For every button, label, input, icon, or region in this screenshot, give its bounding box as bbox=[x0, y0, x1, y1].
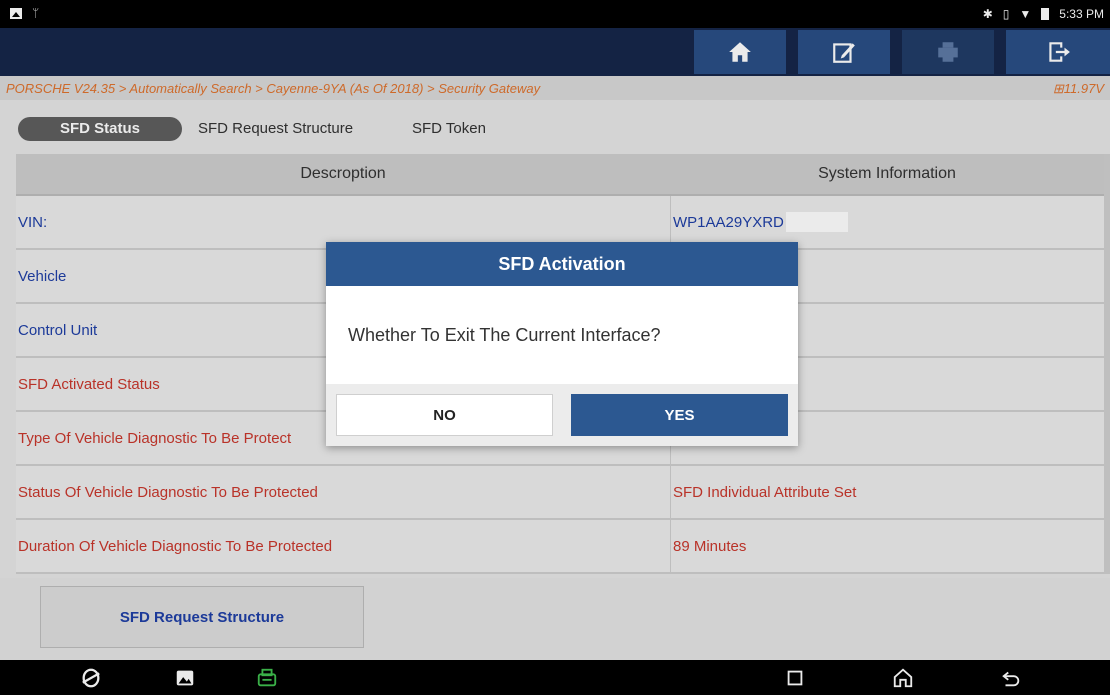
dialog-actions: NO YES bbox=[326, 384, 798, 446]
no-button[interactable]: NO bbox=[336, 394, 553, 436]
dialog-message: Whether To Exit The Current Interface? bbox=[348, 324, 661, 345]
dialog-title: SFD Activation bbox=[326, 242, 798, 286]
sfd-activation-dialog: SFD Activation Whether To Exit The Curre… bbox=[326, 242, 798, 446]
yes-button[interactable]: YES bbox=[571, 394, 788, 436]
